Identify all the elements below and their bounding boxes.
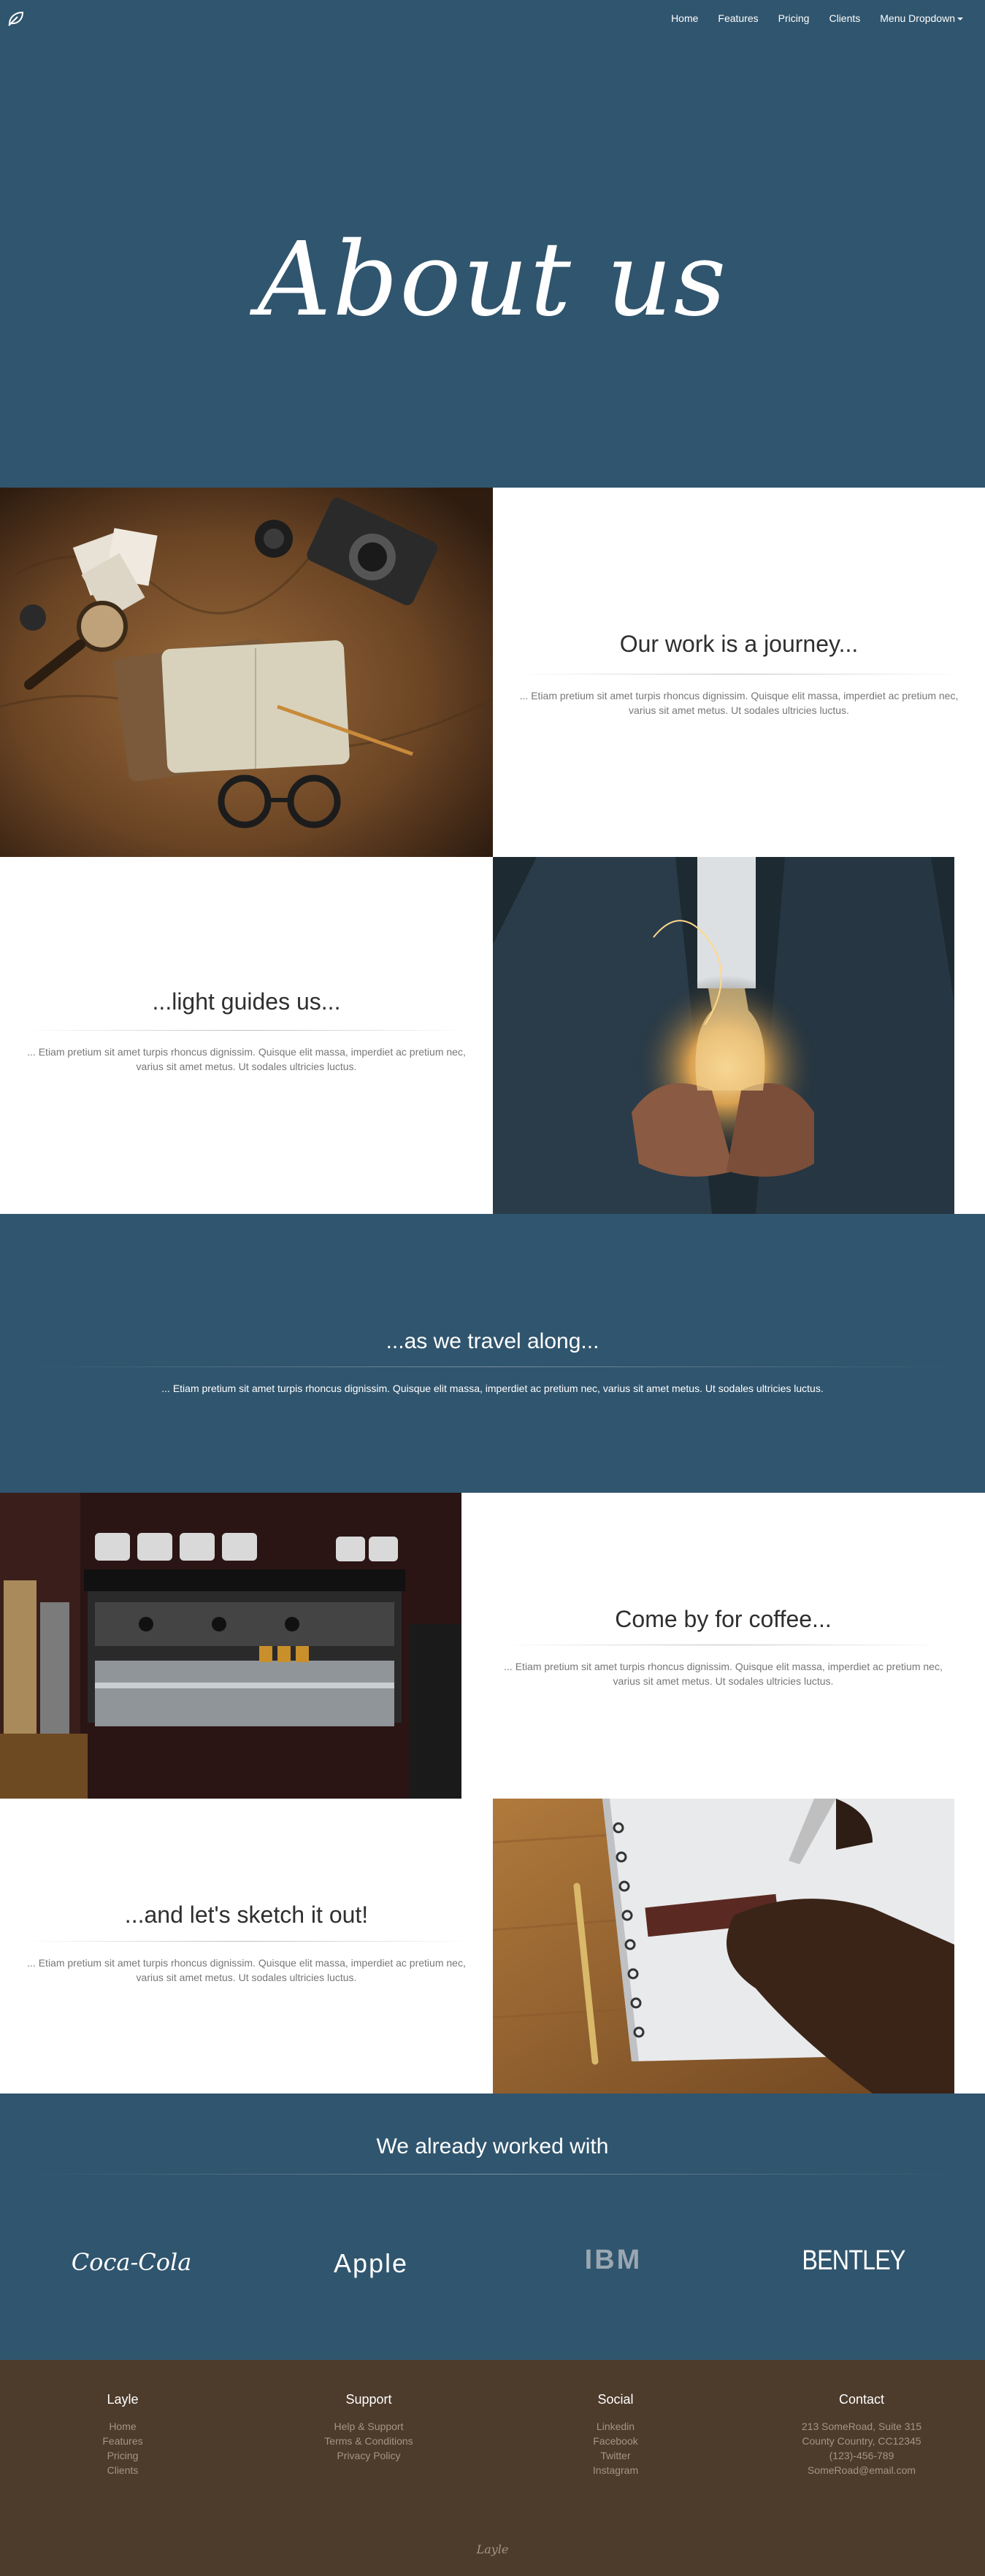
footer-contact-address: 213 SomeRoad, Suite 315 (801, 2421, 922, 2432)
section-text: ... Etiam pretium sit amet turpis rhoncu… (27, 1957, 466, 1983)
footer-link-help[interactable]: Help & Support (296, 2419, 442, 2434)
footer-col-title: Social (597, 2392, 634, 2407)
footer-link-home[interactable]: Home (50, 2419, 196, 2434)
section-title: Our work is a journey... (619, 631, 859, 657)
footer-link-privacy[interactable]: Privacy Policy (296, 2448, 442, 2463)
nav-dropdown-label: Menu Dropdown (880, 12, 955, 24)
hero-title-text: About us (257, 220, 728, 339)
footer-link-twitter[interactable]: Twitter (543, 2448, 689, 2463)
footer-col-title: Support (345, 2392, 392, 2407)
coffee-section: Come by for coffee... ... Etiam pretium … (461, 1493, 985, 1799)
hero-title: About us (0, 220, 985, 339)
footer-link-features[interactable]: Features (50, 2434, 196, 2448)
chevron-down-icon (957, 18, 963, 21)
nav-clients[interactable]: Clients (829, 12, 860, 24)
journey-image (0, 488, 493, 857)
footer-contact-phone: (123)-456-789 (829, 2450, 894, 2461)
footer-link-terms[interactable]: Terms & Conditions (296, 2434, 442, 2448)
footer-col-contact: Contact 213 SomeRoad, Suite 315 County C… (789, 2392, 935, 2477)
section-title: ...as we travel along... (386, 1329, 599, 1353)
travel-section: ...as we travel along... ... Etiam preti… (0, 1214, 985, 1493)
hero: About us (0, 38, 985, 488)
client-logo-bentley: BENTLEY (802, 2245, 905, 2276)
divider (22, 1030, 471, 1031)
divider (22, 1366, 963, 1367)
light-image (493, 857, 954, 1214)
section-title: ...and let's sketch it out! (124, 1902, 369, 1928)
nav-features[interactable]: Features (718, 12, 758, 24)
divider (22, 1941, 471, 1942)
footer-col-title: Contact (838, 2392, 885, 2407)
clients-title: We already worked with (376, 2134, 609, 2158)
section-title: ...light guides us... (152, 988, 341, 1015)
client-logo-coca-cola: Coca-Cola (71, 2248, 192, 2276)
nav-menu-dropdown[interactable]: Menu Dropdown (880, 12, 963, 24)
nav-home[interactable]: Home (671, 12, 698, 24)
journey-section: Our work is a journey... ... Etiam preti… (493, 488, 985, 857)
section-title: Come by for coffee... (615, 1606, 832, 1632)
divider (22, 2174, 963, 2175)
footer: Layle Home Features Pricing Clients Supp… (0, 2360, 985, 2576)
navbar: Home Features Pricing Clients Menu Dropd… (0, 0, 985, 38)
footer-link-clients[interactable]: Clients (50, 2463, 196, 2477)
client-logo-apple: Apple (333, 2248, 409, 2278)
sketch-section: ...and let's sketch it out! ... Etiam pr… (0, 1799, 493, 2094)
footer-brand: Layle (476, 2542, 509, 2556)
section-text: ... Etiam pretium sit amet turpis rhoncu… (504, 1661, 943, 1687)
footer-col-social: Social Linkedin Facebook Twitter Instagr… (543, 2392, 689, 2477)
footer-contact-city: County Country, CC12345 (802, 2435, 921, 2447)
nav-pricing[interactable]: Pricing (778, 12, 810, 24)
footer-contact-email[interactable]: SomeRoad@email.com (789, 2463, 935, 2477)
footer-link-linkedin[interactable]: Linkedin (543, 2419, 689, 2434)
footer-col-title: Layle (107, 2392, 139, 2407)
section-text: ... Etiam pretium sit amet turpis rhoncu… (519, 690, 959, 716)
nav-menu: Home Features Pricing Clients Menu Dropd… (651, 10, 963, 26)
coffee-image (0, 1493, 461, 1799)
client-logo-ibm: IBM (584, 2245, 643, 2275)
leaf-icon[interactable] (7, 10, 25, 26)
sketch-image (493, 1799, 954, 2094)
light-section: ...light guides us... ... Etiam pretium … (0, 857, 493, 1214)
footer-link-instagram[interactable]: Instagram (543, 2463, 689, 2477)
section-text: ... Etiam pretium sit amet turpis rhoncu… (27, 1046, 466, 1072)
footer-col-support: Support Help & Support Terms & Condition… (296, 2392, 442, 2463)
section-text: ... Etiam pretium sit amet turpis rhoncu… (161, 1383, 824, 1394)
footer-link-facebook[interactable]: Facebook (543, 2434, 689, 2448)
footer-link-pricing[interactable]: Pricing (50, 2448, 196, 2463)
footer-col-layle: Layle Home Features Pricing Clients (50, 2392, 196, 2477)
clients-section: We already worked with Coca-Cola Apple I… (0, 2094, 985, 2360)
